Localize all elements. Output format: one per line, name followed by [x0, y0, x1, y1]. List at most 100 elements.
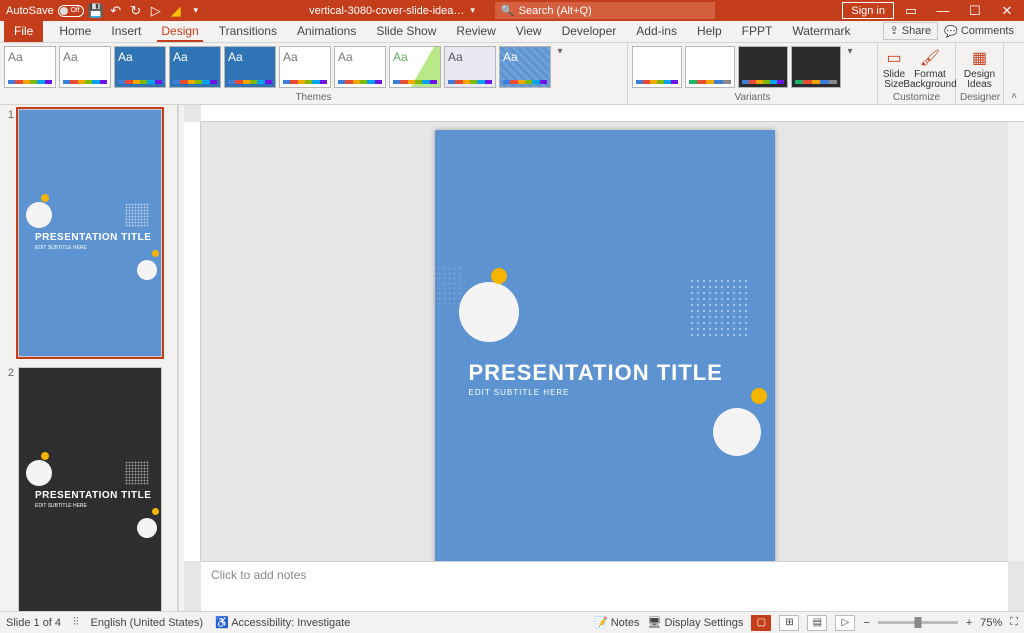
redo-icon[interactable]: ↻ [128, 3, 144, 19]
display-settings-button[interactable]: 🖥 Display Settings [647, 616, 743, 629]
shape-circle[interactable] [491, 268, 507, 284]
thumbnail-panel[interactable]: 1 PRESENTATION TITLE EDIT SUBTITLE HERE … [0, 105, 178, 611]
design-ideas-button[interactable]: ▦ Design Ideas [960, 46, 999, 90]
shape-circle [26, 460, 52, 486]
doc-dropdown-icon[interactable]: ▾ [470, 5, 475, 16]
theme-swatch[interactable]: Aa [499, 46, 551, 88]
zoom-out-button[interactable]: − [863, 617, 869, 629]
fit-to-window-button[interactable]: ⛶ [1010, 616, 1018, 629]
designer-group-label: Designer [960, 91, 999, 104]
theme-swatch[interactable]: Aa [169, 46, 221, 88]
format-background-button[interactable]: 🖌 Format Background [909, 46, 951, 90]
tab-file[interactable]: File [4, 20, 43, 42]
notes-button[interactable]: 📝 Notes [594, 616, 640, 629]
shape-circle [26, 202, 52, 228]
status-spelling-icon[interactable]: ⫶⫶ [73, 616, 79, 629]
comments-button[interactable]: 💬 Comments [944, 25, 1014, 38]
tab-developer[interactable]: Developer [552, 20, 627, 42]
minimize-button[interactable]: — [928, 1, 958, 21]
notes-label: Notes [611, 617, 640, 629]
shape-dots[interactable] [689, 278, 747, 336]
theme-swatch[interactable]: Aa [114, 46, 166, 88]
normal-view-button[interactable]: ▢ [751, 615, 771, 631]
tab-fppt[interactable]: FPPT [732, 20, 783, 42]
slide-size-icon: ▭ [884, 48, 904, 68]
undo-icon[interactable]: ↶ [108, 3, 124, 19]
theme-swatch[interactable]: Aa [59, 46, 111, 88]
thumb-title: PRESENTATION TITLE [35, 232, 151, 243]
maximize-button[interactable]: ☐ [960, 1, 990, 21]
ribbon-display-icon[interactable]: ▭ [896, 1, 926, 21]
slide[interactable]: PRESENTATION TITLE EDIT SUBTITLE HERE [435, 130, 775, 561]
tab-transitions[interactable]: Transitions [209, 20, 287, 42]
share-button[interactable]: ⇪Share [883, 22, 939, 40]
slide-sorter-button[interactable]: ⊞ [779, 615, 799, 631]
variant-swatch[interactable] [632, 46, 682, 88]
status-accessibility[interactable]: ♿ Accessibility: Investigate [215, 616, 350, 629]
autosave-toggle[interactable]: AutoSave Off [6, 5, 84, 17]
close-button[interactable]: ✕ [992, 1, 1022, 21]
slideshow-view-button[interactable]: ▷ [835, 615, 855, 631]
slide-thumbnail-2[interactable]: PRESENTATION TITLE EDIT SUBTITLE HERE [18, 367, 162, 611]
status-language[interactable]: English (United States) [91, 617, 204, 629]
search-box[interactable]: 🔍 Search (Alt+Q) [495, 2, 715, 19]
slide-title[interactable]: PRESENTATION TITLE [469, 360, 723, 386]
tab-animations[interactable]: Animations [287, 20, 366, 42]
shape-circle[interactable] [751, 388, 767, 404]
variants-more-icon[interactable]: ▾ [844, 46, 856, 57]
from-beginning-icon[interactable]: ▷ [148, 3, 164, 19]
home-shape-icon[interactable]: ◢ [168, 3, 184, 19]
collapse-ribbon-icon[interactable]: ˄ [1011, 91, 1017, 102]
ribbon-tabs: File Home Insert Design Transitions Anim… [0, 21, 1024, 43]
design-ideas-icon: ▦ [970, 48, 990, 68]
tab-watermark[interactable]: Watermark [782, 20, 860, 42]
theme-swatch[interactable]: Aa [444, 46, 496, 88]
thumb-title: PRESENTATION TITLE [35, 490, 151, 501]
tab-review[interactable]: Review [446, 20, 505, 42]
vertical-ruler[interactable] [184, 122, 201, 561]
slide-subtitle[interactable]: EDIT SUBTITLE HERE [469, 388, 570, 397]
themes-more-icon[interactable]: ▾ [554, 46, 566, 57]
zoom-in-button[interactable]: + [966, 617, 972, 629]
save-icon[interactable]: 💾 [88, 3, 104, 19]
variant-swatch[interactable] [685, 46, 735, 88]
tab-help[interactable]: Help [687, 20, 732, 42]
theme-swatch[interactable]: Aa [334, 46, 386, 88]
theme-swatch[interactable]: Aa [279, 46, 331, 88]
sign-in-button[interactable]: Sign in [842, 2, 894, 19]
variant-swatch[interactable] [738, 46, 788, 88]
shape-circle[interactable] [459, 282, 519, 342]
horizontal-ruler[interactable] [201, 105, 1024, 122]
notes-pane[interactable]: Click to add notes [201, 561, 1008, 611]
document-name[interactable]: vertical-3080-cover-slide-idea… [309, 5, 464, 17]
vertical-scrollbar[interactable] [1008, 122, 1024, 561]
zoom-level[interactable]: 75% [980, 617, 1002, 629]
tab-design[interactable]: Design [151, 20, 208, 42]
slide-thumbnail-1[interactable]: PRESENTATION TITLE EDIT SUBTITLE HERE [18, 109, 162, 357]
tab-addins[interactable]: Add-ins [626, 20, 687, 42]
theme-swatch[interactable]: Aa [224, 46, 276, 88]
qat-more-icon[interactable]: ▾ [188, 3, 204, 19]
reading-view-button[interactable]: ▤ [807, 615, 827, 631]
status-bar: Slide 1 of 4 ⫶⫶ English (United States) … [0, 611, 1024, 633]
shape-circle [152, 250, 159, 257]
variant-swatch[interactable] [791, 46, 841, 88]
status-slide-number[interactable]: Slide 1 of 4 [6, 617, 61, 629]
theme-swatch[interactable]: Aa [389, 46, 441, 88]
shape-circle[interactable] [713, 408, 761, 456]
shape-dots [125, 203, 149, 227]
shape-circle [137, 518, 157, 538]
tab-insert[interactable]: Insert [101, 20, 151, 42]
slide-canvas-area[interactable]: PRESENTATION TITLE EDIT SUBTITLE HERE [201, 122, 1008, 561]
search-icon: 🔍 [501, 4, 515, 17]
tab-view[interactable]: View [506, 20, 552, 42]
tab-home[interactable]: Home [49, 20, 101, 42]
comments-icon: 💬 [944, 25, 958, 38]
theme-swatch[interactable]: Aa [4, 46, 56, 88]
shape-dots [125, 461, 149, 485]
zoom-slider[interactable] [878, 621, 958, 624]
comments-label: Comments [961, 25, 1014, 37]
thumb-number: 2 [4, 367, 14, 611]
tab-slideshow[interactable]: Slide Show [366, 20, 446, 42]
main-area: 1 PRESENTATION TITLE EDIT SUBTITLE HERE … [0, 105, 1024, 611]
